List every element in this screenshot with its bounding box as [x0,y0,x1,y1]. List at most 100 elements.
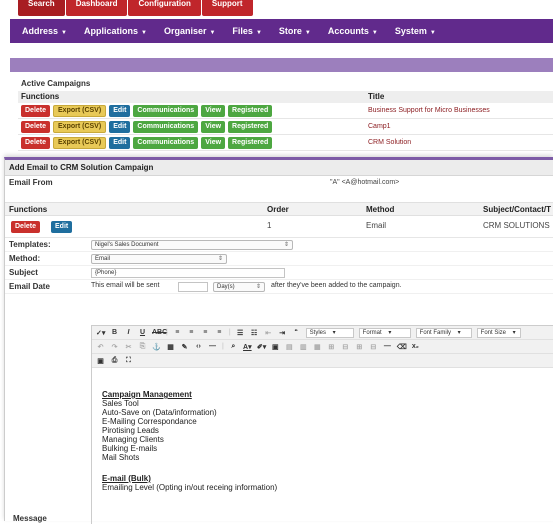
hr-icon[interactable]: — [383,343,392,351]
blockquote-icon[interactable]: “ [292,329,301,337]
cleanup-icon[interactable]: ✎ [180,343,189,351]
nav-organiser[interactable]: Organiser ▼ [164,26,215,36]
preview-icon[interactable]: ▣ [96,357,105,365]
chevron-down-icon: ▼ [61,30,67,36]
font-size-dropdown-label: Font Size [480,329,507,336]
nav-address[interactable]: Address ▼ [22,26,67,36]
tab-dashboard[interactable]: Dashboard [65,0,128,16]
view-button[interactable]: View [201,136,226,149]
horizontal-rule-icon[interactable]: — [208,343,217,351]
top-tabs: Search Dashboard Configuration Support [18,0,254,16]
image-icon[interactable]: ▦ [166,343,175,351]
nav-store-label: Store [278,26,302,36]
bold-icon[interactable]: B [110,329,119,337]
registered-button[interactable]: Registered [228,136,273,149]
font-family-dropdown[interactable]: Font Family ▾ [415,327,472,338]
search-icon[interactable]: ⌕ [229,343,238,351]
font-size-dropdown[interactable]: Font Size ▾ [476,327,521,338]
registered-button[interactable]: Registered [228,104,273,117]
communications-button[interactable]: Communications [133,136,199,149]
indent-icon[interactable]: ⇥ [278,329,287,337]
functions-header: Functions Order Method Subject/Contact/T [5,202,553,216]
styles-dropdown[interactable]: Styles ▾ [305,327,354,338]
code-icon[interactable]: ‹› [194,343,203,351]
subject-input[interactable]: {Phone} [91,268,285,278]
delete-button[interactable]: Delete [21,136,51,149]
align-justify-icon[interactable]: ≡ [215,329,224,337]
font-color-icon[interactable]: A▾ [243,343,252,351]
nav-files[interactable]: Files ▼ [232,26,261,36]
underline-icon[interactable]: U [138,329,147,337]
italic-icon[interactable]: I [124,329,133,337]
method-select[interactable]: Email ⇕ [91,254,227,264]
campaign-title-link[interactable]: Business Support for Micro Businesses [368,107,490,114]
tab-configuration[interactable]: Configuration [128,0,201,16]
fullscreen-icon[interactable]: ⛶ [124,357,133,365]
nav-system[interactable]: System ▼ [395,26,436,36]
email-date-days-input[interactable] [178,282,208,292]
numbered-list-icon[interactable]: ☷ [250,329,259,337]
export-csv-button[interactable]: Export (CSV) [53,104,107,117]
copy-icon[interactable]: ⎘ [138,343,147,351]
dialog-title: Add Email to CRM Solution Campaign [5,160,553,176]
edit-css-icon[interactable]: ▣ [271,343,280,351]
export-csv-button[interactable]: Export (CSV) [53,136,107,149]
editor-content[interactable]: Campaign Management Sales Tool Auto-Save… [92,368,553,492]
delete-button[interactable]: Delete [21,104,51,117]
delete-row-icon[interactable]: ⊟ [341,343,350,351]
align-center-icon[interactable]: ≡ [187,329,196,337]
delete-button[interactable]: Delete [11,221,41,233]
campaign-title-link[interactable]: Camp1 [368,123,391,130]
divider: | [222,343,224,350]
templates-select[interactable]: Nigel's Sales Document ⇕ [91,240,293,250]
edit-button[interactable]: Edit [109,104,131,117]
delete-col-icon[interactable]: ⊟ [369,343,378,351]
insert-col-icon[interactable]: ⊞ [355,343,364,351]
method-header-label: Method [366,205,395,214]
nav-store[interactable]: Store ▼ [279,26,311,36]
align-left-icon[interactable]: ≡ [173,329,182,337]
tab-search[interactable]: Search [18,0,65,16]
edit-button[interactable]: Edit [109,136,131,149]
insert-row-icon[interactable]: ⊞ [327,343,336,351]
nav-applications[interactable]: Applications ▼ [84,26,147,36]
table-row: Delete Export (CSV) Edit Communications … [18,135,553,151]
anchor-icon[interactable]: ⚓ [152,343,161,351]
remove-format-icon[interactable]: ⌫ [397,343,407,351]
cut-icon[interactable]: ✂ [124,343,133,351]
undo-icon[interactable]: ↶ [96,343,105,351]
functions-header-label: Functions [9,205,48,214]
delete-button[interactable]: Delete [21,120,51,133]
nav-accounts[interactable]: Accounts ▼ [328,26,378,36]
subscript-icon[interactable]: x₂ [411,343,420,351]
cell-props-icon[interactable]: ▦ [313,343,322,351]
chevron-down-icon: ▼ [304,30,311,36]
table-icon[interactable]: ▤ [285,343,294,351]
communications-button[interactable]: Communications [133,120,199,133]
templates-label: Templates: [9,240,51,249]
highlight-color-icon[interactable]: ✐▾ [257,343,266,351]
email-date-unit-select[interactable]: Day(s) ⇕ [213,282,265,292]
row-props-icon[interactable]: ▥ [299,343,308,351]
export-csv-button[interactable]: Export (CSV) [53,120,107,133]
communications-button[interactable]: Communications [133,104,199,117]
view-button[interactable]: View [201,104,226,117]
outdent-icon[interactable]: ⇤ [264,329,273,337]
editor-toolbar-row-2: ↶ ↷ ✂ ⎘ ⚓ ▦ ✎ ‹› — | ⌕ A▾ ✐▾ ▣ ▤ ▥ ▦ ⊞ ⊟… [92,340,553,354]
style-dropdown-icon[interactable]: ✓▾ [96,329,105,337]
print-icon[interactable]: ⎙ [110,357,119,365]
registered-button[interactable]: Registered [228,120,273,133]
redo-icon[interactable]: ↷ [110,343,119,351]
campaign-title-link[interactable]: CRM Solution [368,139,411,146]
subject-value: CRM SOLUTIONS [483,221,550,230]
editor-toolbar-row-1: ✓▾ B I U ABC | ≡ ≡ ≡ ≡ | ☰ ☷ ⇤ ⇥ “ Style… [92,326,553,340]
view-button[interactable]: View [201,120,226,133]
format-dropdown[interactable]: Format ▾ [358,327,411,338]
tab-support[interactable]: Support [201,0,253,16]
strikethrough-icon[interactable]: ABC [152,329,167,337]
align-right-icon[interactable]: ≡ [201,329,210,337]
edit-button[interactable]: Edit [109,120,131,133]
edit-button[interactable]: Edit [51,221,73,233]
bullet-list-icon[interactable]: ☰ [236,329,245,337]
section-heading: Campaign Management [102,390,192,399]
